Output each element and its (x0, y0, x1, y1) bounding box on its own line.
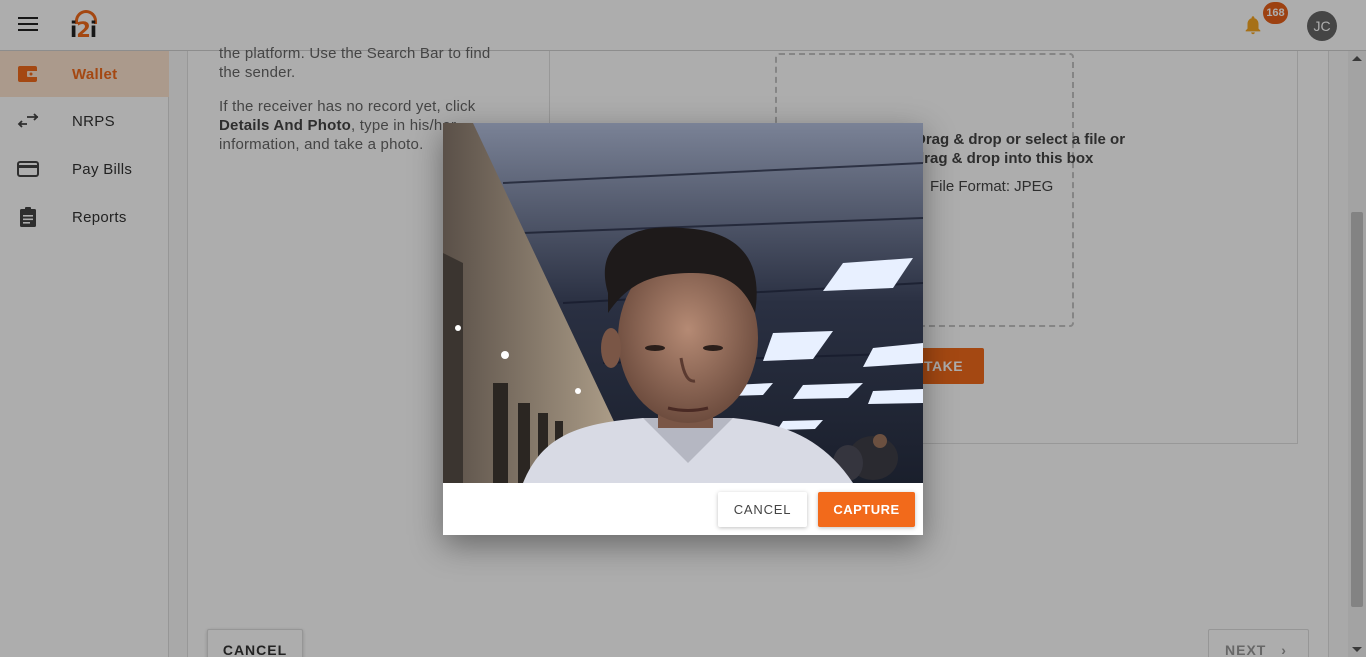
dialog-cancel-button[interactable]: CANCEL (718, 492, 807, 527)
webcam-preview (443, 123, 923, 483)
capture-button[interactable]: CAPTURE (818, 492, 915, 527)
camera-capture-dialog: CANCEL CAPTURE (443, 123, 923, 535)
